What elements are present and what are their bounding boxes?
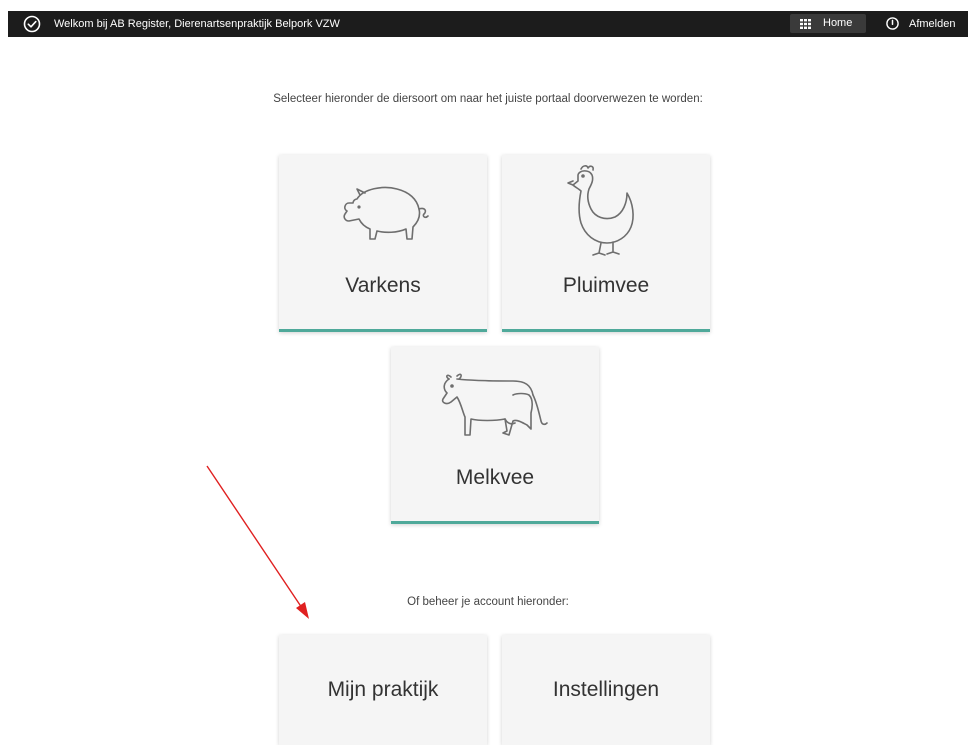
card-mijn-praktijk[interactable]: Mijn praktijk (279, 635, 487, 745)
logout-button[interactable]: Afmelden (886, 11, 968, 37)
home-button-label: Home (823, 17, 853, 29)
card-varkens[interactable]: Varkens (279, 155, 487, 332)
welcome-text: Welkom bij AB Register, Dierenartsenprak… (54, 18, 340, 30)
power-icon (886, 17, 899, 30)
chicken-icon (567, 165, 634, 256)
home-button[interactable]: Home (790, 14, 866, 33)
intro-text: Selecteer hieronder de diersoort om naar… (273, 93, 703, 105)
card-mijn-praktijk-label: Mijn praktijk (327, 678, 439, 701)
pig-icon (343, 186, 429, 240)
card-melkvee[interactable]: Melkvee (391, 347, 599, 524)
card-instellingen[interactable]: Instellingen (502, 635, 710, 745)
check-circle-icon (23, 15, 41, 33)
grid-icon (800, 19, 811, 29)
card-melkvee-label: Melkvee (455, 466, 535, 489)
top-bar: Welkom bij AB Register, Dierenartsenprak… (8, 11, 968, 37)
manage-account-text: Of beheer je account hieronder: (407, 596, 569, 608)
cow-icon (441, 373, 548, 436)
card-varkens-label: Varkens (345, 274, 421, 297)
card-instellingen-label: Instellingen (552, 678, 660, 701)
logout-button-label: Afmelden (909, 18, 956, 30)
card-pluimvee-label: Pluimvee (562, 274, 650, 297)
card-pluimvee[interactable]: Pluimvee (502, 155, 710, 332)
